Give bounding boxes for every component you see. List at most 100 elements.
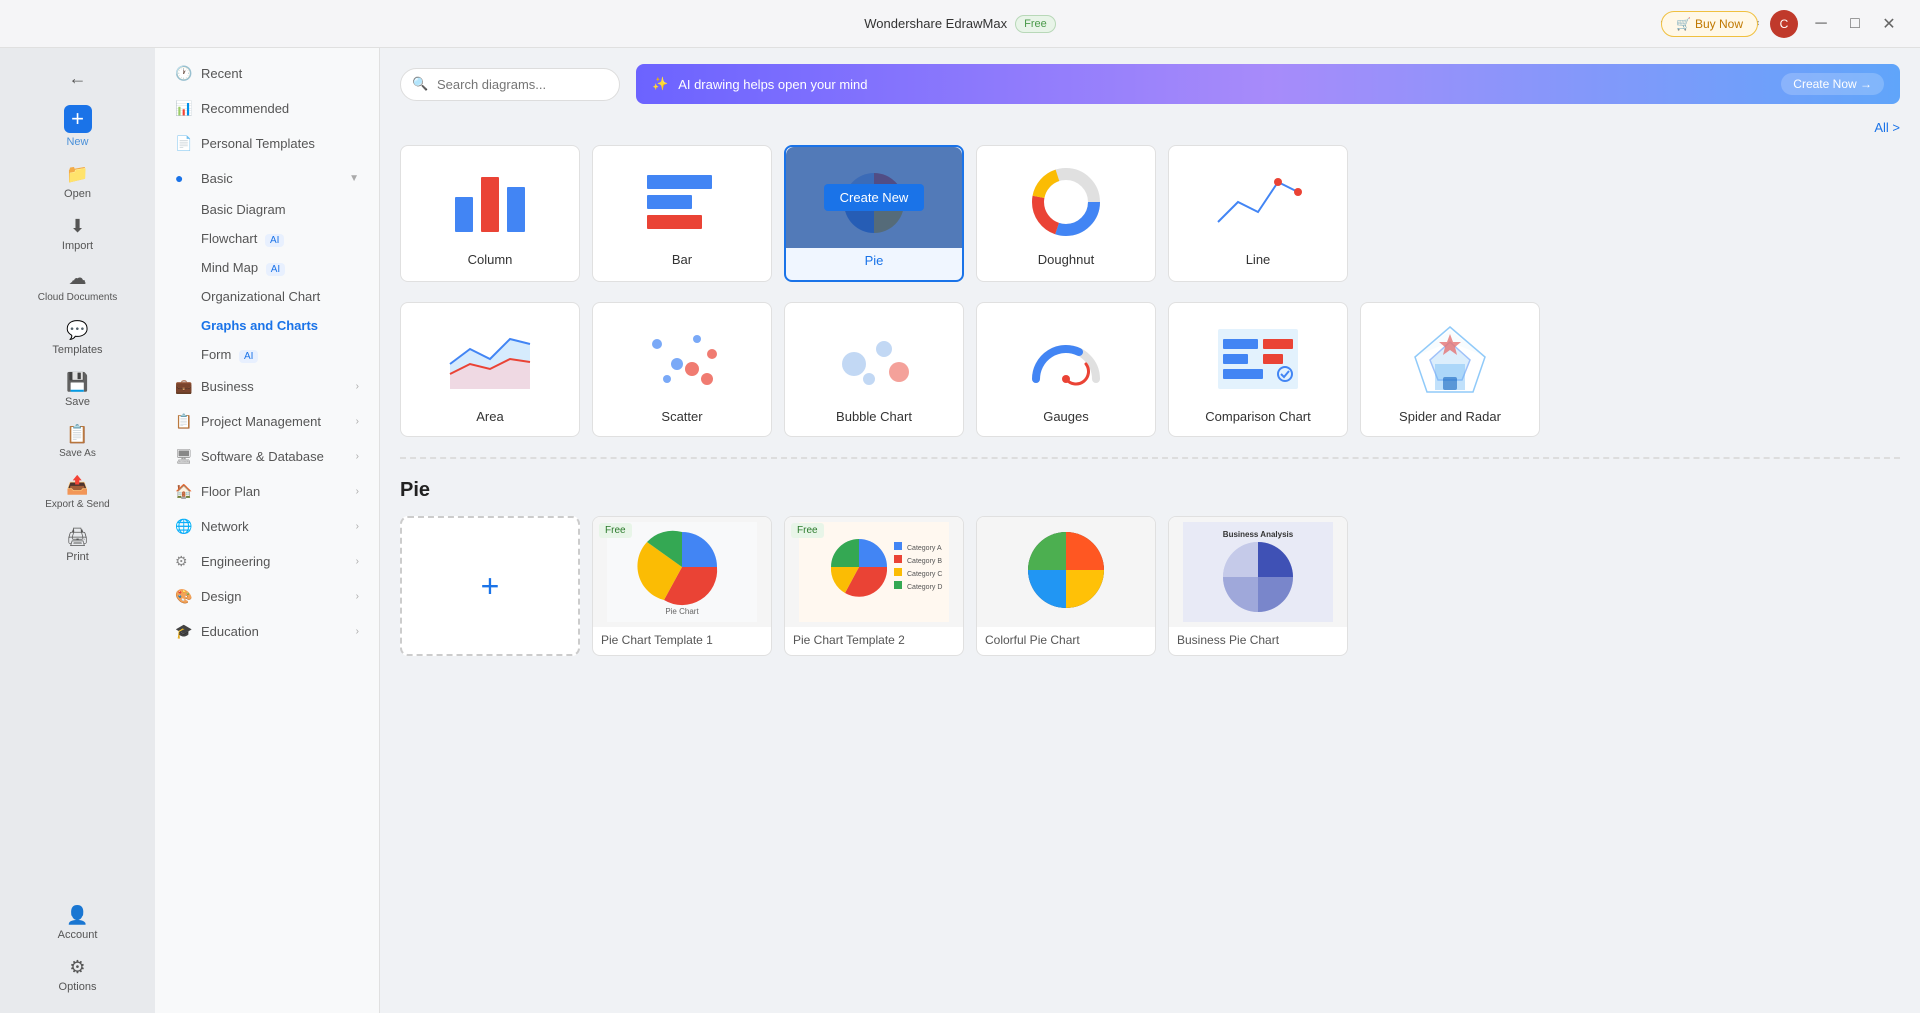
nav-software-label: Software & Database: [201, 449, 324, 464]
chart-card-column[interactable]: Column: [400, 145, 580, 282]
nav-business-label: Business: [201, 379, 254, 394]
nav-sub-form[interactable]: Form AI: [155, 340, 379, 369]
ai-banner[interactable]: ✨ AI drawing helps open your mind Create…: [636, 64, 1900, 104]
sidebar-item-cloud[interactable]: ☁ Cloud Documents: [0, 260, 155, 312]
design-icon: 🎨: [175, 588, 191, 605]
bar-chart-img: [632, 162, 732, 242]
engineering-chevron-icon: ›: [356, 556, 359, 567]
user-avatar[interactable]: C: [1770, 10, 1798, 38]
ai-banner-create-button[interactable]: Create Now →: [1781, 73, 1884, 95]
nav-item-basic[interactable]: ● Basic ▼: [155, 161, 379, 195]
chart-card-scatter[interactable]: Scatter: [592, 302, 772, 437]
print-icon: 🖨: [66, 527, 89, 548]
network-icon: 🌐: [175, 518, 191, 535]
section-separator: [400, 457, 1900, 459]
floor-plan-chevron-icon: ›: [356, 486, 359, 497]
basic-icon: ●: [175, 170, 191, 186]
ai-banner-sparkle-icon: ✨: [652, 76, 668, 92]
templates-grid: + Pie Chart Free Pie Chart Templa: [400, 516, 1900, 656]
chart-card-comparison[interactable]: Comparison Chart: [1168, 302, 1348, 437]
flowchart-label: Flowchart: [201, 231, 257, 246]
sidebar-item-import[interactable]: ⬇ Import: [0, 208, 155, 260]
new-icon: +: [64, 105, 92, 133]
sidebar-item-back[interactable]: ←: [0, 60, 155, 97]
nav-item-business[interactable]: 💼 Business ›: [155, 369, 379, 404]
app-title: Wondershare EdrawMax Free: [864, 15, 1055, 33]
nav-item-personal-templates[interactable]: 📄 Personal Templates: [155, 126, 379, 161]
form-ai-badge: AI: [239, 350, 258, 363]
nav-sub-basic-diagram[interactable]: Basic Diagram: [155, 195, 379, 224]
nav-item-recent[interactable]: 🕐 Recent: [155, 56, 379, 91]
sidebar-item-save-as[interactable]: 📋 Save As: [0, 416, 155, 467]
sidebar-item-save[interactable]: 💾 Save: [0, 364, 155, 416]
basic-chevron-icon: ▼: [349, 173, 359, 184]
column-chart-img: [440, 162, 540, 242]
nav-item-project-mgmt[interactable]: 📋 Project Management ›: [155, 404, 379, 439]
network-chevron-icon: ›: [356, 521, 359, 532]
nav-item-design[interactable]: 🎨 Design ›: [155, 579, 379, 614]
template-4-label: Business Pie Chart: [1169, 627, 1347, 653]
chart-card-line[interactable]: Line: [1168, 145, 1348, 282]
chart-card-area[interactable]: Area: [400, 302, 580, 437]
create-new-button[interactable]: Create New: [824, 184, 925, 211]
sidebar-item-open[interactable]: 📁 Open: [0, 156, 155, 208]
nav-item-engineering[interactable]: ⚙ Engineering ›: [155, 544, 379, 579]
template-card-1[interactable]: Pie Chart Free Pie Chart Template 1: [592, 516, 772, 656]
template-4-img: Business Analysis: [1169, 517, 1347, 627]
add-template-card[interactable]: +: [400, 516, 580, 656]
template-card-4[interactable]: Business Analysis Business Pie Chart: [1168, 516, 1348, 656]
chart-card-spider[interactable]: Spider and Radar: [1360, 302, 1540, 437]
minimize-button[interactable]: ─: [1810, 13, 1832, 35]
buy-now-button[interactable]: 🛒 Buy Now: [1661, 11, 1758, 37]
nav-floor-plan-label: Floor Plan: [201, 484, 260, 499]
chart-card-doughnut[interactable]: Doughnut: [976, 145, 1156, 282]
sidebar-options-label: Options: [59, 981, 97, 993]
sidebar-item-print[interactable]: 🖨 Print: [0, 519, 155, 571]
maximize-button[interactable]: □: [1844, 13, 1866, 35]
nav-item-network[interactable]: 🌐 Network ›: [155, 509, 379, 544]
business-icon: 💼: [175, 378, 191, 395]
nav-item-recommended[interactable]: 📊 Recommended: [155, 91, 379, 126]
template-3-label: Colorful Pie Chart: [977, 627, 1155, 653]
template-3-img: [977, 517, 1155, 627]
svg-text:Category B: Category B: [907, 558, 942, 565]
nav-item-software-db[interactable]: 🖥 Software & Database ›: [155, 439, 379, 474]
sidebar-item-options[interactable]: ⚙ Options: [0, 949, 155, 1001]
template-card-3[interactable]: Colorful Pie Chart: [976, 516, 1156, 656]
line-chart-img: [1208, 162, 1308, 242]
sidebar-item-account[interactable]: 👤 Account: [0, 897, 155, 949]
comparison-label: Comparison Chart: [1205, 409, 1311, 424]
sidebar-saveas-label: Save As: [59, 448, 96, 459]
sidebar-save-label: Save: [65, 396, 90, 408]
all-link[interactable]: All >: [1874, 120, 1900, 135]
chart-card-bubble[interactable]: Bubble Chart: [784, 302, 964, 437]
add-template-icon: +: [481, 568, 500, 605]
save-icon: 💾: [66, 372, 88, 393]
chart-card-bar[interactable]: Bar: [592, 145, 772, 282]
templates-icon: 💬: [66, 320, 88, 341]
nav-education-label: Education: [201, 624, 259, 639]
sidebar-item-new[interactable]: + New: [0, 97, 155, 156]
basic-diagram-label: Basic Diagram: [201, 202, 286, 217]
sidebar-item-export[interactable]: 📤 Export & Send: [0, 467, 155, 519]
template-card-2[interactable]: Category A Category B Category C Categor…: [784, 516, 964, 656]
form-label: Form: [201, 347, 231, 362]
chart-card-pie[interactable]: Create New Pie: [784, 145, 964, 282]
nav-sub-org-chart[interactable]: Organizational Chart: [155, 282, 379, 311]
nav-item-education[interactable]: 🎓 Education ›: [155, 614, 379, 649]
template-2-label: Pie Chart Template 2: [785, 627, 963, 653]
ai-banner-text: AI drawing helps open your mind: [678, 77, 867, 92]
nav-sub-mind-map[interactable]: Mind Map AI: [155, 253, 379, 282]
pie-label: Pie: [865, 253, 884, 268]
chart-card-gauges[interactable]: Gauges: [976, 302, 1156, 437]
sidebar-import-label: Import: [62, 240, 93, 252]
window-controls: 🛒 Buy Now C ─ □ ✕: [1661, 10, 1900, 38]
bubble-chart-img: [824, 319, 924, 399]
nav-sub-flowchart[interactable]: Flowchart AI: [155, 224, 379, 253]
nav-sub-graphs-charts[interactable]: Graphs and Charts: [155, 311, 379, 340]
sidebar-item-templates[interactable]: 💬 Templates: [0, 312, 155, 364]
search-input[interactable]: [400, 68, 620, 101]
column-label: Column: [468, 252, 513, 267]
close-button[interactable]: ✕: [1878, 13, 1900, 35]
nav-item-floor-plan[interactable]: 🏠 Floor Plan ›: [155, 474, 379, 509]
